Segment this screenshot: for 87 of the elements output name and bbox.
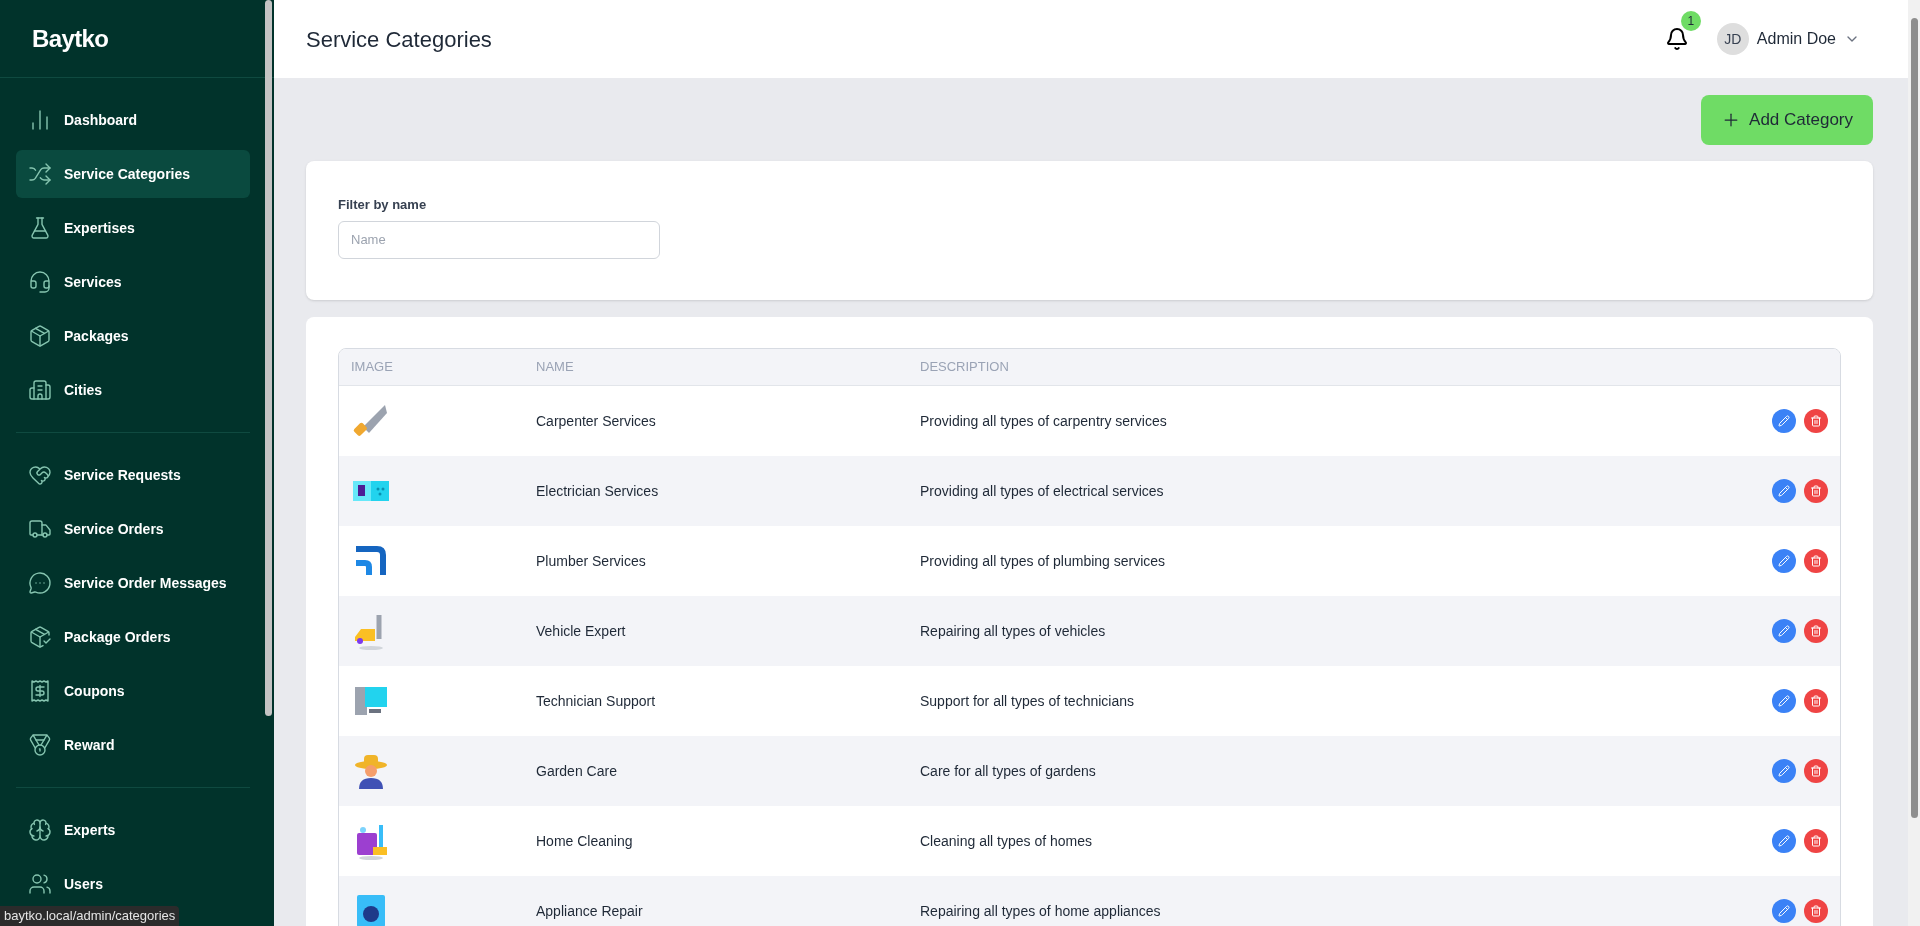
delete-button[interactable]	[1804, 689, 1828, 713]
name-cell-text: Appliance Repair	[536, 901, 644, 921]
name-cell-text: Plumber Services	[536, 551, 647, 571]
name-input[interactable]: Name	[338, 220, 660, 259]
column-header: DESCRIPTION	[920, 358, 1010, 377]
trash-icon	[1810, 625, 1822, 637]
edit-button[interactable]	[1772, 479, 1796, 503]
trash-icon	[1810, 905, 1822, 917]
pencil-icon	[1778, 695, 1790, 707]
name-cell-text: Garden Care	[536, 761, 618, 781]
name-cell-text: Electrician Services	[536, 481, 660, 501]
nav-item[interactable]: Users	[16, 860, 250, 908]
pencil-icon	[1778, 555, 1790, 567]
pencil-icon	[1778, 415, 1790, 427]
edit-button[interactable]	[1772, 829, 1796, 853]
pencil-icon	[1778, 835, 1790, 847]
logo: Baytko	[32, 23, 109, 54]
add-category-button[interactable]: Add Category	[1701, 95, 1873, 145]
nav-item[interactable]: Service Order Messages	[16, 559, 250, 607]
trash-icon	[1810, 765, 1822, 777]
building-icon	[28, 378, 52, 402]
pencil-icon	[1778, 905, 1790, 917]
nav-item[interactable]: Service Orders	[16, 505, 250, 553]
chat-bubble-icon	[28, 571, 52, 595]
delete-button[interactable]	[1804, 409, 1828, 433]
nav-item[interactable]: Reward	[16, 721, 250, 769]
nav-item[interactable]: Experts	[16, 806, 250, 854]
name-cell-text: Home Cleaning	[536, 831, 634, 851]
medal-icon	[28, 733, 52, 757]
delete-button[interactable]	[1804, 479, 1828, 503]
status-url: baytko.local/admin/categories	[0, 906, 180, 926]
delete-button[interactable]	[1804, 829, 1828, 853]
trash-icon	[1810, 415, 1822, 427]
box-check-icon	[28, 625, 52, 649]
page-title: Service Categories	[306, 25, 492, 54]
edit-button[interactable]	[1772, 899, 1796, 923]
description-cell-text: Providing all types of carpentry services	[920, 411, 1168, 431]
edit-button[interactable]	[1772, 549, 1796, 573]
column-header: NAME	[536, 358, 575, 377]
description-cell-text: Cleaning all types of homes	[920, 831, 1093, 851]
filter-label: Filter by name	[338, 196, 428, 214]
nav-item[interactable]: Service Requests	[16, 451, 250, 499]
nav-item[interactable]: Dashboard	[16, 96, 250, 144]
edit-button[interactable]	[1772, 759, 1796, 783]
trash-icon	[1810, 485, 1822, 497]
user-menu[interactable]: JD Admin Doe	[1716, 23, 1860, 55]
delete-button[interactable]	[1804, 759, 1828, 783]
pencil-icon	[1778, 765, 1790, 777]
pencil-icon	[1778, 485, 1790, 497]
trash-icon	[1810, 555, 1822, 567]
box-icon	[28, 324, 52, 348]
nav-item[interactable]: Coupons	[16, 667, 250, 715]
nav-item[interactable]: Service Categories	[16, 150, 250, 198]
users-icon	[28, 872, 52, 896]
delete-button[interactable]	[1804, 619, 1828, 643]
nav-item[interactable]: Services	[16, 258, 250, 306]
description-cell-text: Support for all types of technicians	[920, 691, 1135, 711]
description-cell-text: Providing all types of plumbing services	[920, 551, 1167, 571]
edit-button[interactable]	[1772, 689, 1796, 713]
truck-icon	[28, 517, 52, 541]
edit-button[interactable]	[1772, 409, 1796, 433]
description-cell-text: Care for all types of gardens	[920, 761, 1097, 781]
name-cell-text: Vehicle Expert	[536, 621, 627, 641]
flask-icon	[28, 216, 52, 240]
notification-badge: 1	[1680, 11, 1701, 31]
column-header: IMAGE	[351, 358, 394, 377]
delete-button[interactable]	[1804, 899, 1828, 923]
shuffle-icon	[28, 162, 52, 186]
headset-icon	[28, 270, 52, 294]
bell-icon	[1664, 27, 1689, 51]
description-cell-text: Repairing all types of home appliances	[920, 901, 1162, 921]
avatar: JD	[1716, 23, 1749, 55]
nav-item[interactable]: Expertises	[16, 204, 250, 252]
pencil-icon	[1778, 625, 1790, 637]
name-cell-text: Carpenter Services	[536, 411, 657, 431]
delete-button[interactable]	[1804, 549, 1828, 573]
trash-icon	[1810, 835, 1822, 847]
description-cell-text: Providing all types of electrical services	[920, 481, 1165, 501]
description-cell-text: Repairing all types of vehicles	[920, 621, 1107, 641]
name-cell-text: Technician Support	[536, 691, 657, 711]
receipt-icon	[28, 679, 52, 703]
user-name: Admin Doe	[1756, 29, 1836, 49]
edit-button[interactable]	[1772, 619, 1796, 643]
nav-item[interactable]: Packages	[16, 312, 250, 360]
trash-icon	[1810, 695, 1822, 707]
nav-item[interactable]: Package Orders	[16, 613, 250, 661]
nav-item[interactable]: Cities	[16, 366, 250, 414]
